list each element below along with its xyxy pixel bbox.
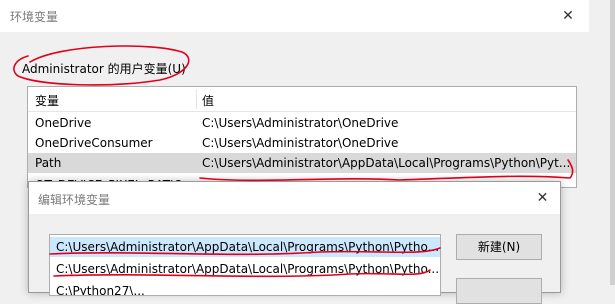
dialog-titlebar: 编辑环境变量 ✕ [29, 182, 560, 214]
table-row[interactable]: OneDrive C:\Users\Administrator\OneDrive [28, 113, 576, 133]
dialog-close-icon[interactable]: ✕ [525, 182, 560, 214]
edit-environment-variable-dialog: 编辑环境变量 ✕ C:\Users\Administrator\AppData\… [28, 181, 561, 304]
variable-value: C:\Users\Administrator\AppData\Local\Pro… [202, 156, 571, 170]
table-row[interactable]: OneDriveConsumer C:\Users\Administrator\… [28, 133, 576, 153]
new-button[interactable]: 新建(N) [456, 234, 542, 260]
variable-name: OneDriveConsumer [35, 136, 153, 150]
path-entries-list[interactable]: C:\Users\Administrator\AppData\Local\Pro… [49, 234, 441, 296]
user-variables-label: Administrator 的用户变量(U) [22, 62, 186, 76]
list-item[interactable]: C:\Python27\... [50, 281, 440, 296]
variable-name: Path [35, 156, 62, 170]
window-title: 环境变量 [10, 10, 59, 24]
path-entry: C:\Users\Administrator\AppData\Local\Pro… [56, 240, 440, 254]
dialog-title: 编辑环境变量 [38, 193, 111, 207]
list-item-selected[interactable]: C:\Users\Administrator\AppData\Local\Pro… [50, 237, 440, 257]
window-edge [610, 0, 615, 285]
table-row-path-selected[interactable]: Path C:\Users\Administrator\AppData\Loca… [28, 153, 576, 173]
close-icon[interactable]: ✕ [547, 0, 589, 32]
column-separator[interactable] [196, 89, 197, 109]
column-header-variable[interactable]: 变量 [35, 92, 59, 109]
list-item[interactable]: C:\Users\Administrator\AppData\Local\Pro… [50, 259, 440, 279]
user-variables-list[interactable]: 变量 值 OneDrive C:\Users\Administrator\One… [27, 86, 577, 188]
variable-value: C:\Users\Administrator\OneDrive [202, 136, 399, 150]
column-header-value[interactable]: 值 [202, 92, 214, 109]
variable-name: OneDrive [35, 116, 92, 130]
variable-value: C:\Users\Administrator\OneDrive [202, 116, 399, 130]
edit-button[interactable] [456, 278, 542, 304]
list-header: 变量 值 [28, 87, 576, 112]
path-entry: C:\Python27\... [56, 284, 145, 296]
path-entry: C:\Users\Administrator\AppData\Local\Pro… [56, 262, 440, 276]
main-window-titlebar: 环境变量 ✕ [0, 0, 589, 32]
